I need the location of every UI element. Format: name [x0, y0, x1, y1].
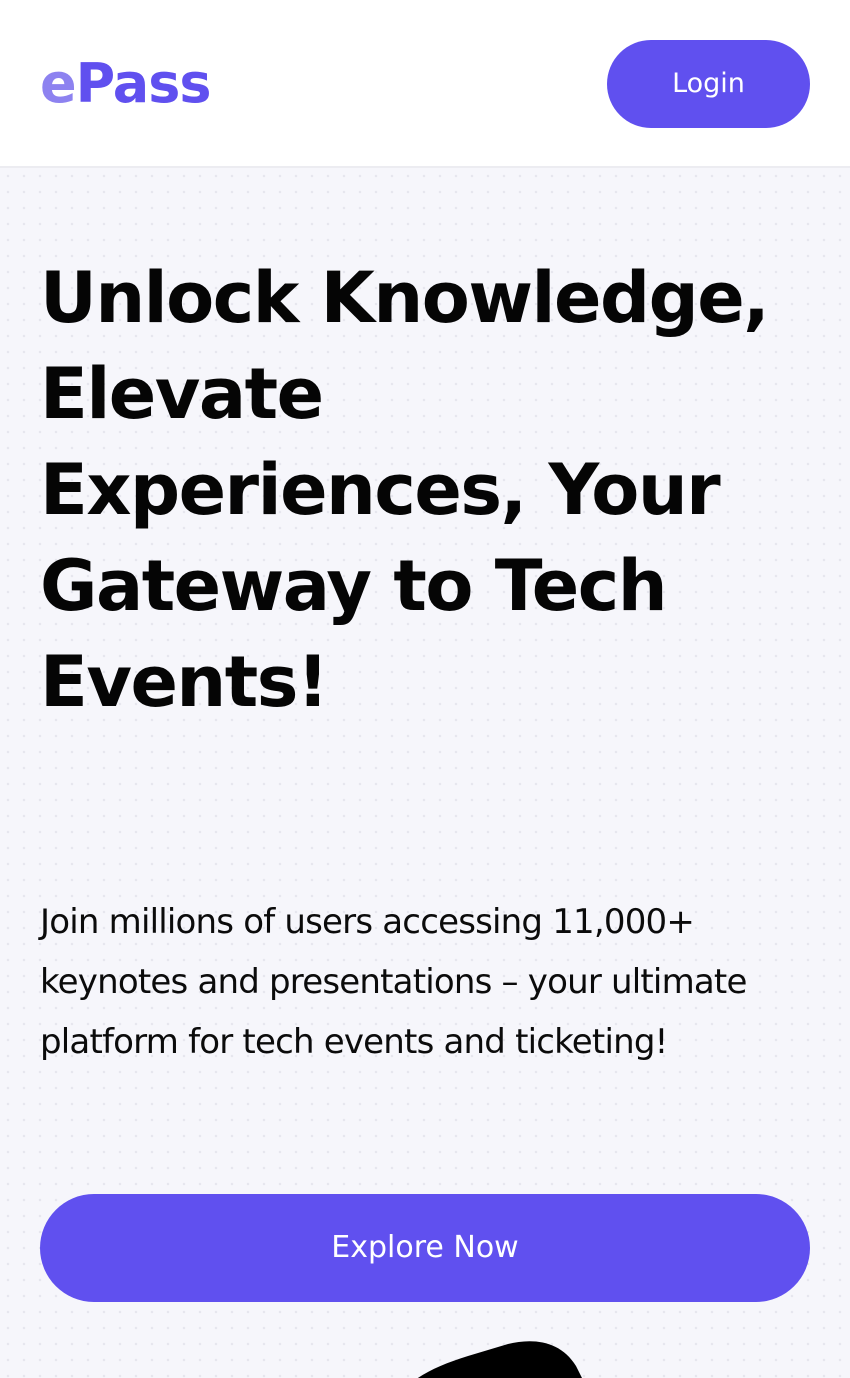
hero-illustration-shape — [417, 1341, 582, 1378]
site-header: ePass Login — [0, 0, 850, 168]
logo-pass: Pass — [75, 52, 212, 115]
explore-now-button[interactable]: Explore Now — [40, 1194, 810, 1302]
hero-subtext: Join millions of users accessing 11,000+… — [40, 902, 747, 1062]
hero-section: Unlock Knowledge, Elevate Experiences, Y… — [0, 168, 850, 1378]
epass-logo[interactable]: ePass — [40, 52, 212, 116]
login-button[interactable]: Login — [607, 40, 810, 128]
hero-headline: Unlock Knowledge, Elevate Experiences, Y… — [40, 257, 770, 723]
logo-e: e — [40, 52, 77, 115]
